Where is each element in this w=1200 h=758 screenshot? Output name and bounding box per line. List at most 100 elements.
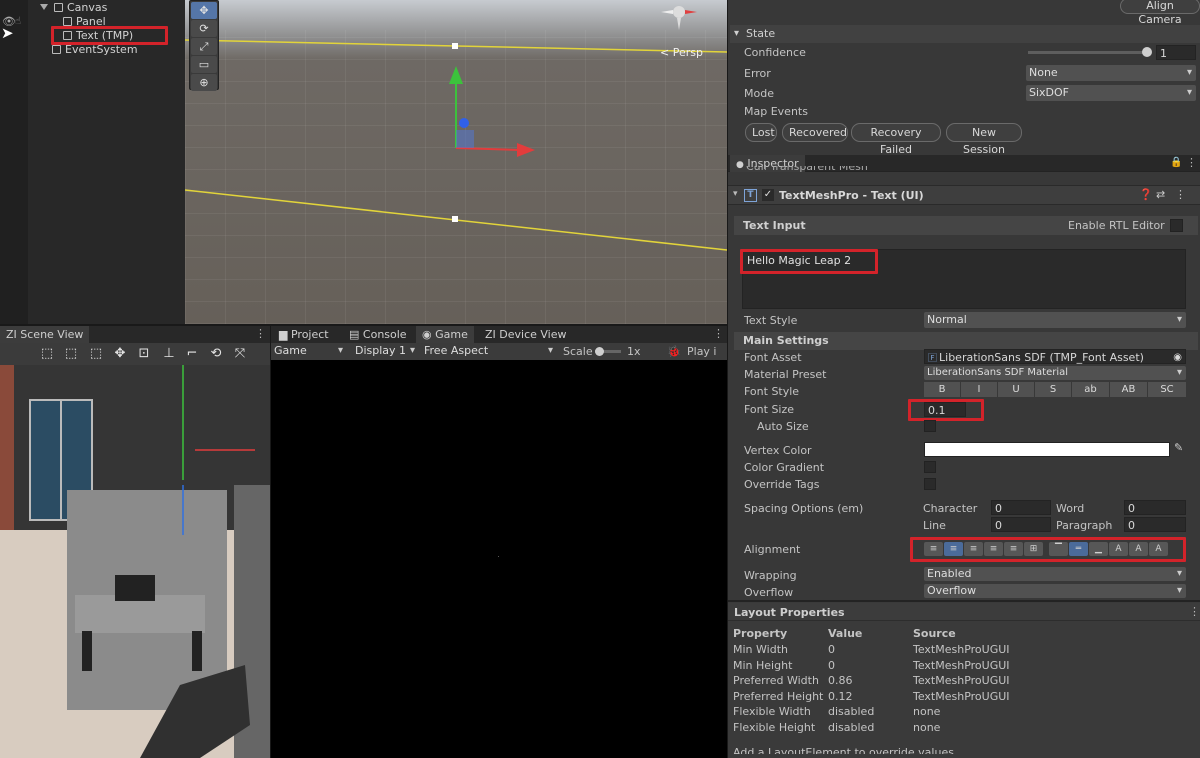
tab-game[interactable]: ◉ Game bbox=[416, 326, 474, 343]
font-style-smallcaps-button[interactable]: SC bbox=[1148, 382, 1186, 397]
eyedropper-icon[interactable]: ✎ bbox=[1174, 441, 1183, 454]
slider-knob[interactable] bbox=[1142, 47, 1152, 57]
text-style-dropdown[interactable]: Normal bbox=[924, 312, 1186, 328]
persp-label[interactable]: < Persp bbox=[660, 46, 703, 59]
hierarchy-item-panel[interactable]: Panel bbox=[63, 15, 106, 29]
rotate-tool-icon[interactable]: ⟳ bbox=[191, 20, 217, 37]
orientation-gizmo-icon[interactable] bbox=[659, 0, 699, 32]
hierarchy-item-canvas[interactable]: Canvas bbox=[40, 1, 107, 15]
gameobject-icon bbox=[63, 17, 72, 26]
game-panel: ▆ Project ▤ Console ◉ Game ZI Device Vie… bbox=[271, 326, 727, 758]
align-baseline-icon[interactable]: A bbox=[1109, 542, 1128, 556]
tab-zi-scene-view[interactable]: ZI Scene View bbox=[0, 326, 90, 343]
line-field[interactable]: 0 bbox=[991, 517, 1051, 532]
rtl-checkbox[interactable] bbox=[1170, 219, 1183, 232]
bug-icon[interactable]: 🐞 bbox=[667, 345, 681, 358]
component-header[interactable]: ▾ T ✓ TextMeshPro - Text (UI) ❓ ⇄ ⋮ bbox=[728, 185, 1200, 205]
tab-project[interactable]: ▆ Project bbox=[273, 326, 335, 343]
display-dropdown[interactable]: Display 1 bbox=[352, 343, 419, 359]
override-tags-checkbox[interactable] bbox=[924, 478, 936, 490]
text-input-area[interactable]: Hello Magic Leap 2 bbox=[742, 249, 1186, 309]
font-size-field[interactable]: 0.1 bbox=[924, 402, 966, 417]
more-menu-icon[interactable]: ⋮ bbox=[1186, 156, 1197, 169]
presets-icon[interactable]: ⇄ bbox=[1156, 188, 1165, 201]
font-style-upper-button[interactable]: AB bbox=[1110, 382, 1148, 397]
align-geometry-icon[interactable]: ⊞ bbox=[1024, 542, 1043, 556]
layout-menu-icon[interactable]: ⋮ bbox=[1189, 605, 1200, 618]
tab-zi-device-view[interactable]: ZI Device View bbox=[479, 326, 573, 343]
confidence-slider[interactable] bbox=[1028, 47, 1152, 57]
font-asset-field[interactable]: 🄵 LiberationSans SDF (TMP_Font Asset) ◉ bbox=[924, 349, 1186, 364]
align-left-icon[interactable]: ≡ bbox=[924, 542, 943, 556]
font-style-bold-button[interactable]: B bbox=[924, 382, 961, 397]
hierarchy-panel: 👁 ☝ ➤ Canvas Panel Text (TMP) EventSyste… bbox=[0, 0, 185, 324]
scale-slider[interactable] bbox=[595, 347, 621, 356]
character-field[interactable]: 0 bbox=[991, 500, 1051, 515]
lock-icon[interactable]: 🔒 bbox=[1170, 157, 1182, 168]
component-menu-icon[interactable]: ⋮ bbox=[1175, 188, 1186, 201]
add-cube-icon[interactable]: ⬚ bbox=[38, 345, 56, 363]
state-section-header[interactable]: State bbox=[730, 25, 1200, 43]
play-focus-label[interactable]: Play i bbox=[687, 345, 717, 358]
align-camera-button[interactable]: Align Camera bbox=[1120, 0, 1200, 26]
pivot-icon[interactable]: ⊥ bbox=[160, 345, 178, 363]
axes-icon[interactable]: ⤧ bbox=[231, 345, 249, 363]
word-field[interactable]: 0 bbox=[1124, 500, 1186, 515]
font-style-strike-button[interactable]: S bbox=[1035, 382, 1072, 397]
add-object-icon[interactable]: ⬚ bbox=[62, 345, 80, 363]
overflow-dropdown[interactable]: Overflow bbox=[924, 584, 1186, 598]
scene-viewport[interactable]: < Persp bbox=[185, 0, 727, 324]
material-preset-dropdown[interactable]: LiberationSans SDF Material bbox=[924, 366, 1186, 380]
color-gradient-checkbox[interactable] bbox=[924, 461, 936, 473]
component-enabled-checkbox[interactable]: ✓ bbox=[762, 189, 774, 201]
move-icon[interactable]: ✥ bbox=[111, 345, 129, 363]
confidence-field[interactable]: 1 bbox=[1156, 45, 1196, 60]
align-top-icon[interactable]: ▔ bbox=[1049, 542, 1068, 556]
aspect-dropdown[interactable]: Free Aspect bbox=[421, 343, 557, 359]
rotate-view-icon[interactable]: ⟲ bbox=[207, 345, 225, 363]
font-style-underline-button[interactable]: U bbox=[998, 382, 1035, 397]
recovered-button[interactable]: Recovered bbox=[782, 123, 848, 142]
align-midline-icon[interactable]: A bbox=[1129, 542, 1148, 556]
pick-icon[interactable]: ☝ bbox=[15, 16, 21, 27]
font-style-lower-button[interactable]: ab bbox=[1072, 382, 1110, 397]
align-justified-icon[interactable]: ≡ bbox=[984, 542, 1003, 556]
error-dropdown[interactable]: None bbox=[1026, 65, 1196, 81]
recovery-failed-button[interactable]: Recovery Failed bbox=[851, 123, 941, 156]
align-right-icon[interactable]: ≡ bbox=[964, 542, 983, 556]
align-flush-icon[interactable]: ≡ bbox=[1004, 542, 1023, 556]
align-capline-icon[interactable]: A bbox=[1149, 542, 1168, 556]
crop-icon[interactable]: ⌐ bbox=[183, 345, 201, 363]
fold-down-icon[interactable]: ▾ bbox=[733, 189, 738, 199]
hierarchy-item-eventsystem[interactable]: EventSystem bbox=[52, 43, 138, 57]
frame-icon[interactable]: ⊡ bbox=[135, 345, 153, 363]
move-tool-icon[interactable]: ✥ bbox=[191, 2, 217, 19]
tab-console[interactable]: ▤ Console bbox=[343, 326, 413, 343]
help-icon[interactable]: ❓ bbox=[1139, 188, 1153, 201]
mode-dropdown[interactable]: SixDOF bbox=[1026, 85, 1196, 101]
align-middle-icon[interactable]: ═ bbox=[1069, 542, 1088, 556]
vertex-color-swatch[interactable] bbox=[924, 442, 1170, 457]
zi-scene-viewport[interactable] bbox=[0, 365, 270, 758]
remove-object-icon[interactable]: ⬚ bbox=[87, 345, 105, 363]
fold-down-icon[interactable] bbox=[40, 4, 48, 10]
align-center-icon[interactable]: ≡ bbox=[944, 542, 963, 556]
game-menu-icon[interactable]: ⋮ bbox=[713, 327, 724, 340]
font-style-italic-button[interactable]: I bbox=[961, 382, 998, 397]
lost-button[interactable]: Lost bbox=[745, 123, 777, 142]
transform-tool-icon[interactable]: ⊕ bbox=[191, 74, 217, 91]
align-bottom-icon[interactable]: ▁ bbox=[1089, 542, 1108, 556]
auto-size-checkbox[interactable] bbox=[924, 420, 936, 432]
new-session-button[interactable]: New Session bbox=[946, 123, 1022, 156]
scale-tool-icon[interactable]: ⤢ bbox=[191, 38, 217, 55]
game-mode-dropdown[interactable]: Game bbox=[271, 343, 347, 359]
zi-scene-menu-icon[interactable]: ⋮ bbox=[255, 327, 266, 340]
hierarchy-item-text-tmp[interactable]: Text (TMP) bbox=[63, 29, 133, 43]
wrapping-dropdown[interactable]: Enabled bbox=[924, 567, 1186, 581]
object-picker-icon[interactable]: ◉ bbox=[1173, 350, 1182, 365]
paragraph-field[interactable]: 0 bbox=[1124, 517, 1186, 532]
scale-slider-knob[interactable] bbox=[595, 347, 604, 356]
rect-tool-icon[interactable]: ▭ bbox=[191, 56, 217, 73]
game-screen[interactable] bbox=[271, 360, 727, 758]
layout-cell-property: Flexible Width bbox=[733, 705, 811, 718]
